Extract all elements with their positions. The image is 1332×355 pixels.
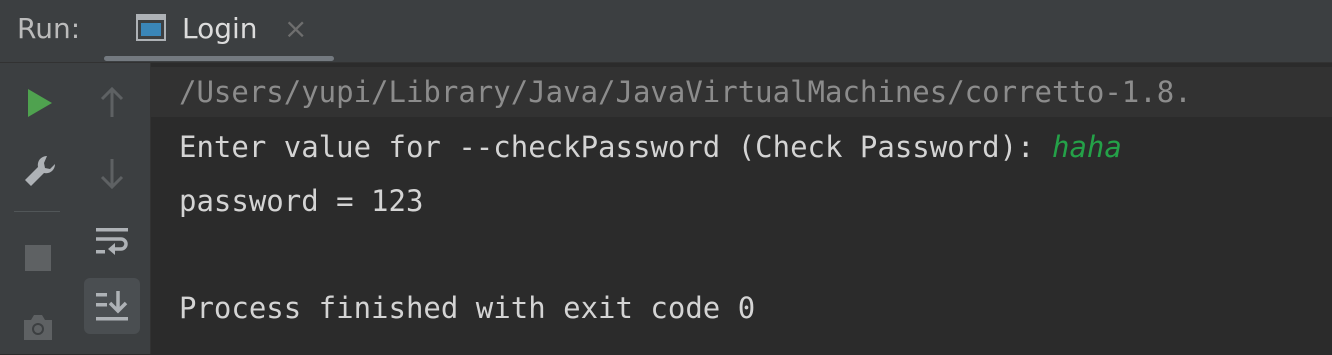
- up-arrow-icon: [99, 87, 125, 119]
- console-prompt-text: Enter value for --checkPassword (Check P…: [179, 130, 1052, 164]
- console-exit-line: Process finished with exit code 0: [179, 291, 756, 325]
- screenshot-button[interactable]: [10, 299, 66, 355]
- soft-wrap-icon: [95, 226, 129, 256]
- scroll-up-button[interactable]: [84, 75, 140, 131]
- console-command-line: /Users/yupi/Library/Java/JavaVirtualMach…: [151, 67, 1332, 117]
- scroll-down-button[interactable]: [84, 145, 140, 201]
- tab-label: Login: [182, 12, 258, 45]
- console-output-line: password = 123: [179, 184, 424, 218]
- stop-icon: [24, 244, 52, 272]
- console-window-icon: [136, 14, 168, 44]
- scroll-to-end-icon: [95, 290, 129, 322]
- scroll-to-end-button[interactable]: [84, 278, 140, 334]
- down-arrow-icon: [99, 157, 125, 189]
- run-icon: [26, 88, 54, 118]
- console-prompt-line: Enter value for --checkPassword (Check P…: [179, 120, 1122, 174]
- settings-button[interactable]: [12, 143, 68, 199]
- soft-wrap-button[interactable]: [84, 213, 140, 269]
- camera-icon: [21, 312, 55, 342]
- stop-button[interactable]: [10, 230, 66, 286]
- run-label: Run:: [17, 12, 81, 45]
- tab-login[interactable]: Login ×: [104, 0, 334, 62]
- rerun-button[interactable]: [12, 75, 68, 131]
- console-output[interactable]: /Users/yupi/Library/Java/JavaVirtualMach…: [151, 63, 1332, 354]
- toolbar-separator: [14, 211, 60, 212]
- close-icon[interactable]: ×: [284, 14, 307, 44]
- run-tool-window-header: Run: Login ×: [0, 0, 1332, 63]
- wrench-icon: [22, 153, 58, 189]
- tab-selection-indicator: [104, 56, 334, 61]
- run-toolbar: [0, 63, 151, 354]
- console-user-input: haha: [1051, 130, 1122, 164]
